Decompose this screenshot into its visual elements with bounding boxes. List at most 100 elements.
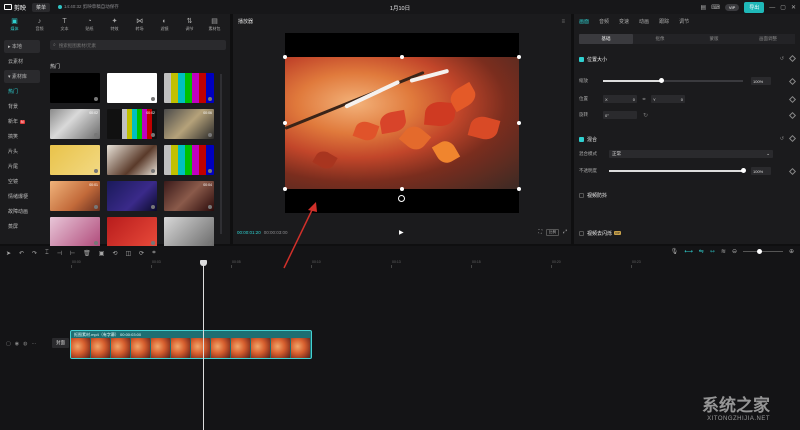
reset-icon[interactable]: ↺ xyxy=(780,136,784,142)
track-lock-icon[interactable]: ▢ xyxy=(6,341,11,347)
keyframe-icon[interactable] xyxy=(788,134,797,143)
media-thumbnail[interactable]: 00:02 xyxy=(50,109,100,139)
blend-checkbox[interactable] xyxy=(579,136,584,142)
media-tab[interactable]: ▤ 素材包 xyxy=(202,14,227,36)
sidebar-item[interactable]: 空镜 xyxy=(4,175,40,188)
media-thumbnail[interactable]: 00:01 xyxy=(50,181,100,211)
layout-icon[interactable]: ▤ xyxy=(700,4,706,11)
download-icon[interactable] xyxy=(208,97,212,101)
download-icon[interactable] xyxy=(208,133,212,137)
sidebar-item[interactable]: 片尾 xyxy=(4,160,40,173)
download-icon[interactable] xyxy=(208,169,212,173)
sidebar-item[interactable]: 云素材 xyxy=(4,55,40,68)
sidebar-item[interactable]: 情绪爆梗 xyxy=(4,190,40,203)
preview-frame[interactable] xyxy=(285,57,519,189)
video-clip[interactable]: 抠图素材.mp4（有字幕） 00:00:03:00 xyxy=(70,330,312,359)
freeze-icon[interactable]: ▣ xyxy=(99,250,105,257)
mirror-icon[interactable]: ◫ xyxy=(126,250,132,257)
media-thumbnail[interactable] xyxy=(50,145,100,175)
zoom-out-icon[interactable]: ⊖ xyxy=(732,248,737,255)
media-thumbnail[interactable] xyxy=(107,181,157,211)
library-scrollbar[interactable] xyxy=(220,74,222,234)
rotate-value[interactable]: 0° xyxy=(603,111,637,119)
keyframe-icon[interactable] xyxy=(788,95,797,103)
denoise-checkbox[interactable] xyxy=(579,230,584,236)
keyframe-icon[interactable] xyxy=(788,167,797,175)
keyframe-icon[interactable] xyxy=(788,111,797,119)
download-icon[interactable] xyxy=(151,241,155,245)
keyframe-icon[interactable] xyxy=(788,54,797,63)
resize-handle-right[interactable] xyxy=(517,121,521,125)
media-tab[interactable]: ⇅ 调节 xyxy=(177,14,202,36)
download-icon[interactable] xyxy=(94,133,98,137)
menu-button[interactable]: 菜单 xyxy=(32,2,51,12)
resize-handle-bl[interactable] xyxy=(283,187,287,191)
inspector-subtab[interactable]: 画面调整 xyxy=(741,34,795,44)
scale-slider-knob[interactable] xyxy=(659,78,665,84)
position-y-field[interactable]: Y0 xyxy=(651,95,685,103)
opacity-slider[interactable] xyxy=(609,168,746,174)
select-tool-icon[interactable]: ➤ xyxy=(6,250,11,257)
inspector-subtab[interactable]: 基础 xyxy=(579,34,633,44)
sidebar-item[interactable]: 片头 xyxy=(4,145,40,158)
zoom-slider[interactable] xyxy=(742,248,783,254)
media-tab[interactable]: T 文本 xyxy=(52,14,77,36)
download-icon[interactable] xyxy=(94,169,98,173)
zoom-slider-knob[interactable] xyxy=(756,248,762,254)
track-mute-icon[interactable]: ◍ xyxy=(23,341,27,347)
library-search-input[interactable] xyxy=(58,42,209,48)
media-tab[interactable]: ♪ 音频 xyxy=(27,14,52,36)
keyframe-icon[interactable] xyxy=(788,77,797,85)
rotate-icon[interactable]: ⟳ xyxy=(139,250,144,257)
sidebar-item[interactable]: ▸ 本地 xyxy=(4,40,40,53)
cover-button[interactable]: 封面 xyxy=(52,338,69,348)
export-button[interactable]: 导出 xyxy=(744,2,765,13)
player-menu-icon[interactable]: ≡ xyxy=(561,19,565,25)
media-thumbnail[interactable] xyxy=(50,73,100,103)
sidebar-item[interactable]: ▾ 素材库 xyxy=(4,70,40,83)
media-tab[interactable]: ◔ 贴纸 xyxy=(77,14,102,36)
media-thumbnail[interactable] xyxy=(164,145,214,175)
scale-value[interactable]: 100% xyxy=(751,77,771,85)
microphone-icon[interactable]: 🎙 xyxy=(671,248,679,255)
resize-handle-tr[interactable] xyxy=(517,55,521,59)
maximize-icon[interactable]: ▢ xyxy=(780,4,786,11)
download-icon[interactable] xyxy=(151,169,155,173)
inspector-tab[interactable]: 调节 xyxy=(679,18,689,25)
media-thumbnail[interactable] xyxy=(164,217,214,247)
sidebar-item[interactable]: 新年 N xyxy=(4,115,40,128)
media-thumbnail[interactable]: 00:02 xyxy=(107,109,157,139)
undo-icon[interactable]: ↶ xyxy=(19,250,24,257)
inspector-tab[interactable]: 动画 xyxy=(639,18,649,25)
library-search[interactable]: ⌕ xyxy=(50,40,226,50)
zoom-in-icon[interactable]: ⊕ xyxy=(789,248,794,255)
split-left-icon[interactable]: ⊣ xyxy=(57,250,62,257)
crop-icon[interactable]: ⌗ xyxy=(152,250,155,257)
inspector-tab[interactable]: 画面 xyxy=(579,18,589,25)
resize-handle-tl[interactable] xyxy=(283,55,287,59)
sidebar-item[interactable]: 搞笑 xyxy=(4,130,40,143)
media-thumbnail[interactable]: 00:04 xyxy=(164,181,214,211)
blend-mode-select[interactable]: 正常 ⌄ xyxy=(609,150,773,158)
audio-wave-icon[interactable]: ≋ xyxy=(721,248,726,255)
video-preview[interactable] xyxy=(283,33,521,213)
download-icon[interactable] xyxy=(151,205,155,209)
resize-handle-left[interactable] xyxy=(283,121,287,125)
fit-icon[interactable]: ⛶ xyxy=(538,229,542,236)
inspector-tab[interactable]: 跟踪 xyxy=(659,18,669,25)
ratio-button[interactable]: 比例 xyxy=(545,228,559,236)
link-clips-icon[interactable]: ⟷ xyxy=(684,248,693,255)
inspector-tab[interactable]: 变速 xyxy=(619,18,629,25)
media-tab[interactable]: ⋈ 转场 xyxy=(127,14,152,36)
media-tab[interactable]: ◐ 滤镜 xyxy=(152,14,177,36)
stabilize-checkbox[interactable] xyxy=(579,192,584,198)
resize-handle-bottom[interactable] xyxy=(400,187,404,191)
download-icon[interactable] xyxy=(151,133,155,137)
close-icon[interactable]: ✕ xyxy=(791,4,796,11)
sidebar-item[interactable]: 蒸屏 xyxy=(4,220,40,233)
download-icon[interactable] xyxy=(208,241,212,245)
split-icon[interactable]: ⌶ xyxy=(45,250,49,257)
media-thumbnail[interactable] xyxy=(50,217,100,247)
shortcut-icon[interactable]: ⌨ xyxy=(711,4,720,11)
download-icon[interactable] xyxy=(151,97,155,101)
